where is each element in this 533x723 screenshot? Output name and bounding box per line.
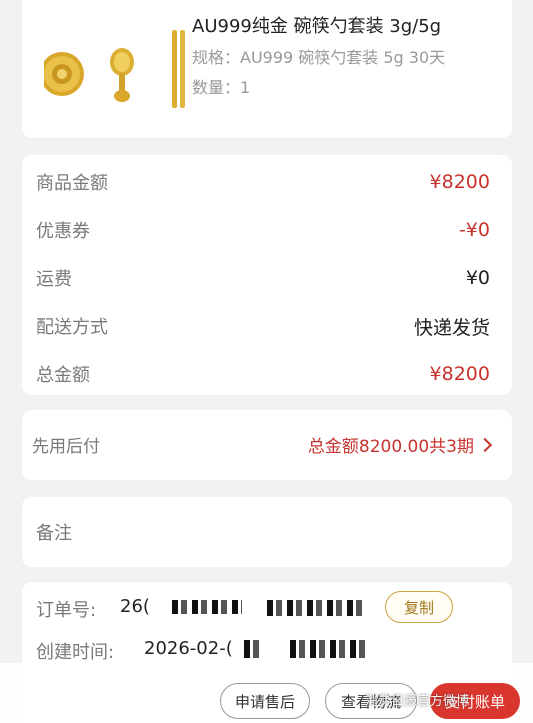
watermark-text: 消费日报官方微博	[365, 694, 470, 709]
product-card[interactable]: AU999纯金 碗筷勺套装 3g/5g 规格：AU999 碗筷勺套装 5g 30…	[22, 0, 512, 138]
created-time-value: 2026-02-(	[144, 638, 233, 659]
pay-later-plan-text: 总金额8200.00共3期	[307, 437, 474, 457]
delivery-method-label: 配送方式	[36, 317, 108, 338]
request-aftersale-button[interactable]: 申请售后	[220, 683, 310, 719]
price-row-total: 总金额 ¥8200	[36, 359, 490, 389]
price-row-delivery: 配送方式 快递发货	[36, 311, 490, 341]
shipping-label: 运费	[36, 269, 72, 290]
price-summary-card: 商品金额 ¥8200 优惠券 -¥0 运费 ¥0 配送方式 快递发货 总金额 ¥…	[22, 155, 512, 395]
created-time-label: 创建时间:	[36, 642, 115, 663]
goods-amount-value: ¥8200	[429, 171, 490, 193]
remark-label: 备注	[36, 523, 72, 544]
delivery-method-value: 快递发货	[413, 316, 490, 339]
product-thumbnail[interactable]	[40, 8, 204, 118]
coupon-value: -¥0	[458, 219, 490, 241]
order-number-value: 26(	[120, 596, 150, 617]
pay-later-plan[interactable]: 总金额8200.00共3期	[307, 432, 493, 457]
price-row-shipping: 运费 ¥0	[36, 263, 490, 293]
price-row-coupon: 优惠券 -¥0	[36, 215, 490, 245]
price-row-goods: 商品金额 ¥8200	[36, 167, 490, 197]
goods-amount-label: 商品金额	[36, 173, 108, 194]
total-amount-value: ¥8200	[429, 363, 490, 385]
remark-card[interactable]: 备注	[22, 497, 512, 567]
shipping-value: ¥0	[465, 267, 490, 289]
redacted-created-time-2	[290, 640, 365, 658]
redacted-order-number-2	[267, 600, 362, 616]
chevron-right-icon	[477, 437, 493, 452]
pay-later-label: 先用后付	[32, 437, 100, 457]
product-spec: 规格：AU999 碗筷勺套装 5g 30天	[192, 48, 446, 67]
redacted-created-time	[244, 640, 262, 658]
pay-later-card[interactable]: 先用后付 总金额8200.00共3期	[22, 410, 512, 480]
product-quantity: 数量：1	[192, 78, 251, 97]
copy-order-number-button[interactable]: 复制	[385, 591, 453, 623]
order-number-label: 订单号:	[36, 600, 97, 621]
product-title: AU999纯金 碗筷勺套装 3g/5g	[192, 16, 442, 37]
total-amount-label: 总金额	[36, 365, 90, 386]
redacted-order-number	[172, 600, 242, 614]
coupon-label: 优惠券	[36, 221, 90, 242]
